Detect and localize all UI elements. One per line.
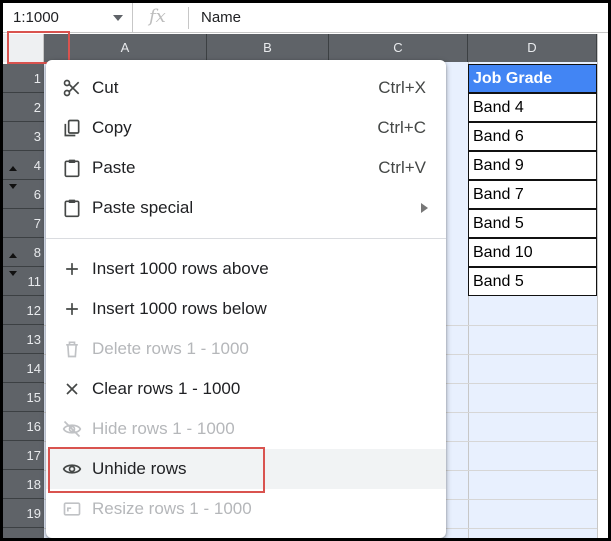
column-header-b[interactable]: B (207, 34, 329, 62)
menu-item-label: Hide rows 1 - 1000 (92, 419, 235, 438)
row-header-2[interactable]: 2 (3, 93, 44, 122)
menu-item-label: Clear rows 1 - 1000 (92, 379, 241, 398)
context-menu: Cut Ctrl+X Copy Ctrl+C Paste Ctrl+V Past… (46, 60, 446, 538)
trash-icon (66, 341, 78, 358)
name-box[interactable]: 1:1000 (3, 3, 133, 33)
menu-item-copy[interactable]: Copy Ctrl+C (46, 108, 446, 148)
row-header-14[interactable]: 14 (3, 354, 44, 383)
menu-item-clear-rows[interactable]: Clear rows 1 - 1000 (46, 369, 446, 409)
spreadsheet-window: 1:1000 fx Name A B C D Job Grade Band 4 … (3, 3, 608, 538)
row-header-19[interactable]: 19 (3, 499, 44, 528)
cell-d3[interactable]: Band 6 (468, 122, 597, 151)
cell-d8[interactable]: Band 10 (468, 238, 597, 267)
cell-d4[interactable]: Band 9 (468, 151, 597, 180)
submenu-arrow-icon (421, 203, 428, 213)
menu-item-label: Insert 1000 rows above (92, 259, 269, 278)
plus-icon (66, 303, 78, 315)
copy-icon (64, 119, 80, 137)
cell-d11[interactable]: Band 5 (468, 267, 597, 296)
menu-item-label: Delete rows 1 - 1000 (92, 339, 249, 358)
eye-off-icon (62, 420, 82, 438)
row-header-17[interactable]: 17 (3, 441, 44, 470)
row-header-16[interactable]: 16 (3, 412, 44, 441)
fx-icon: fx (149, 6, 166, 27)
menu-item-shortcut: Ctrl+C (377, 118, 426, 137)
column-header-c[interactable]: C (329, 34, 468, 62)
menu-item-hide-rows: Hide rows 1 - 1000 (46, 409, 446, 449)
menu-divider (46, 238, 446, 239)
menu-item-shortcut: Ctrl+V (378, 158, 426, 177)
chevron-down-icon[interactable] (113, 15, 123, 21)
scissors-icon (63, 79, 80, 97)
menu-item-insert-rows-below[interactable]: Insert 1000 rows below (46, 289, 446, 329)
cell-d1[interactable]: Job Grade (468, 64, 597, 93)
row-header-15[interactable]: 15 (3, 383, 44, 412)
row-header-20[interactable]: 20 (3, 528, 44, 538)
cell-d7[interactable]: Band 5 (468, 209, 597, 238)
clipboard-icon (64, 159, 80, 178)
menu-item-label: Resize rows 1 - 1000 (92, 499, 252, 518)
x-icon (66, 383, 78, 395)
row-header-18[interactable]: 18 (3, 470, 44, 499)
resize-icon (63, 502, 81, 516)
menu-item-cut[interactable]: Cut Ctrl+X (46, 68, 446, 108)
row-header-12[interactable]: 12 (3, 296, 44, 325)
formula-bar: 1:1000 fx Name (3, 3, 608, 33)
column-header-d[interactable]: D (468, 34, 597, 62)
plus-icon (66, 263, 78, 275)
menu-item-paste-special[interactable]: Paste special (46, 188, 446, 228)
row-header-1[interactable]: 1 (3, 64, 44, 93)
menu-item-label: Paste (92, 158, 136, 177)
menu-item-insert-rows-above[interactable]: Insert 1000 rows above (46, 249, 446, 289)
clipboard-icon (64, 199, 80, 218)
formula-input[interactable]: Name (201, 9, 241, 26)
menu-item-resize-rows: Resize rows 1 - 1000 (46, 489, 446, 529)
menu-item-delete-rows: Delete rows 1 - 1000 (46, 329, 446, 369)
menu-item-label: Insert 1000 rows below (92, 299, 267, 318)
column-e-edge (597, 34, 608, 538)
row-header-3[interactable]: 3 (3, 122, 44, 151)
cell-d6[interactable]: Band 7 (468, 180, 597, 209)
hidden-rows-up-arrow-icon[interactable] (9, 253, 17, 258)
hidden-rows-down-arrow-icon[interactable] (9, 184, 17, 189)
menu-item-label: Paste special (92, 198, 194, 217)
cell-d2[interactable]: Band 4 (468, 93, 597, 122)
menu-item-label: Copy (92, 118, 132, 137)
row-header-13[interactable]: 13 (3, 325, 44, 354)
menu-item-label: Cut (92, 78, 119, 97)
unhide-rows-highlight (48, 447, 265, 493)
hidden-rows-down-arrow-icon[interactable] (9, 271, 17, 276)
hidden-rows-up-arrow-icon[interactable] (9, 166, 17, 171)
menu-item-shortcut: Ctrl+X (378, 78, 426, 97)
menu-item-paste[interactable]: Paste Ctrl+V (46, 148, 446, 188)
row-header-7[interactable]: 7 (3, 209, 44, 238)
name-box-value: 1:1000 (13, 9, 59, 26)
formula-divider (188, 7, 189, 29)
